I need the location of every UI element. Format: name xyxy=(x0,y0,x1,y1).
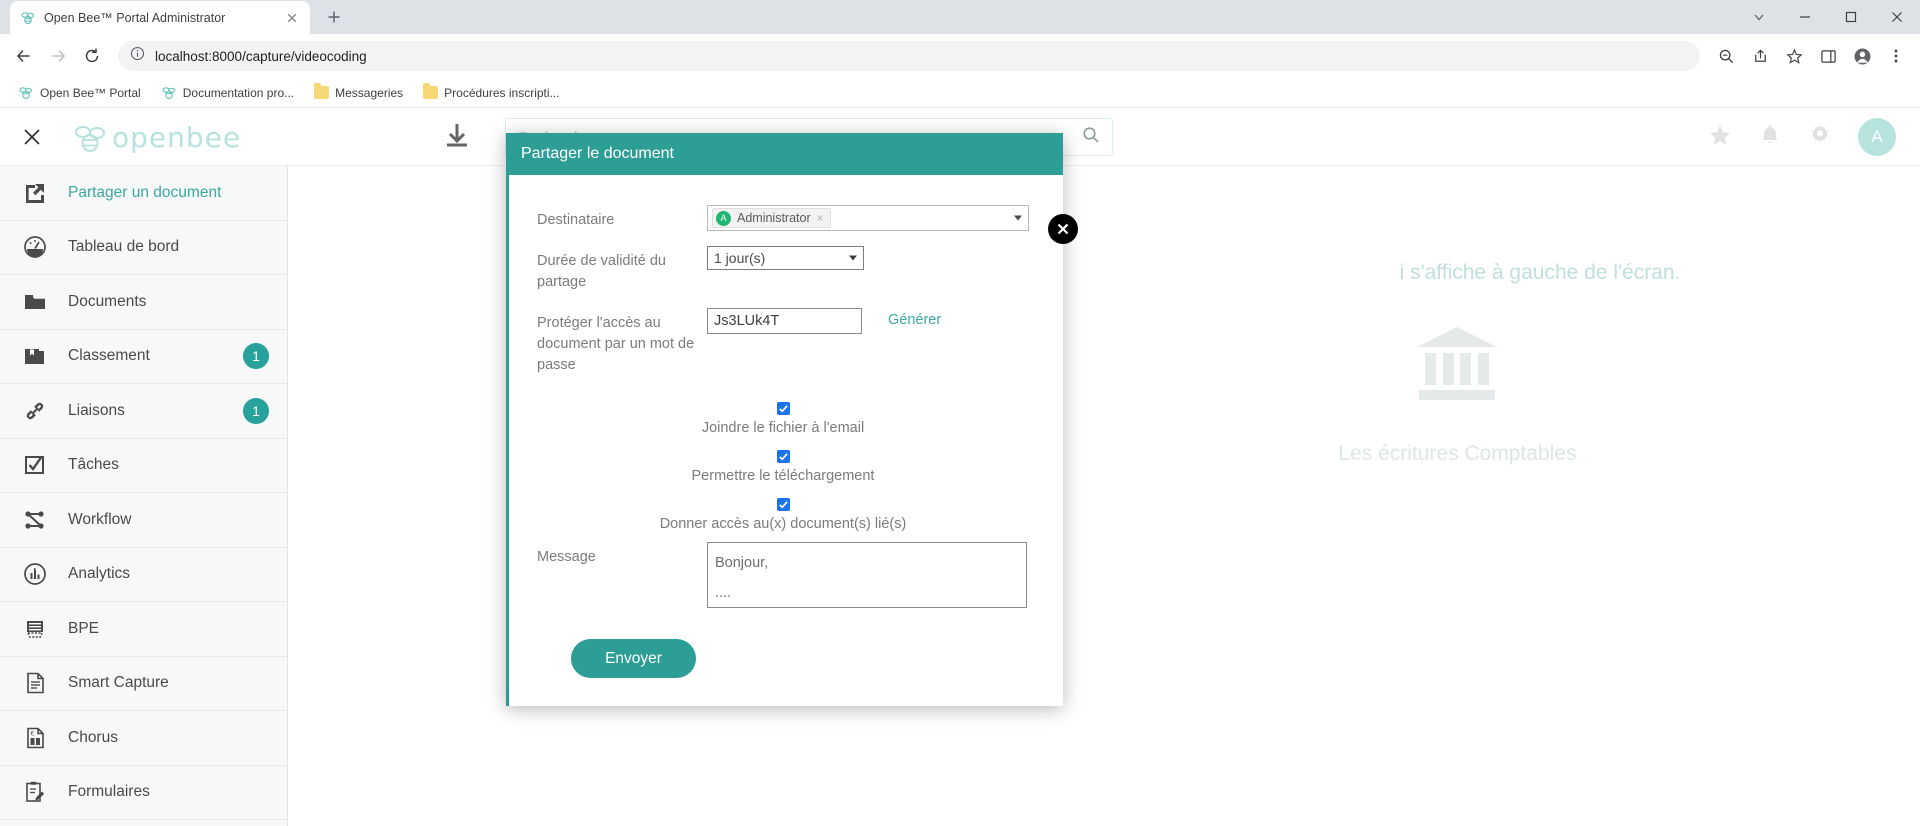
attach-file-checkbox[interactable] xyxy=(776,402,790,415)
share-icon[interactable] xyxy=(1744,40,1776,72)
side-panel-icon[interactable] xyxy=(1812,40,1844,72)
profile-icon[interactable] xyxy=(1846,40,1878,72)
folder-icon xyxy=(423,83,439,99)
checkbox-label: Joindre le fichier à l'email xyxy=(701,420,865,436)
browser-tab[interactable]: Open Bee™ Portal Administrator xyxy=(10,1,310,34)
back-arrow-icon[interactable] xyxy=(8,40,40,72)
forward-arrow-icon[interactable] xyxy=(42,40,74,72)
bookmark-item[interactable]: Open Bee™ Portal xyxy=(10,82,149,104)
linked-documents-checkbox[interactable] xyxy=(776,498,790,511)
bookmarks-bar: Open Bee™ Portal Documentation pro... Me… xyxy=(0,78,1920,108)
bookmark-label: Procédures inscripti... xyxy=(444,85,560,100)
checkbox-label: Permettre le téléchargement xyxy=(691,468,875,484)
modal-close-button[interactable] xyxy=(1048,214,1078,244)
maximize-icon[interactable] xyxy=(1828,0,1874,34)
chevron-down-icon[interactable] xyxy=(1014,215,1022,221)
modal-body: Destinataire A Administrator × Durée de … xyxy=(509,175,1063,706)
url-text: localhost:8000/capture/videocoding xyxy=(155,48,367,64)
toolbar-right-group xyxy=(1710,40,1912,72)
chip-avatar: A xyxy=(716,210,731,226)
password-input[interactable] xyxy=(707,308,862,334)
recipient-chip: A Administrator × xyxy=(712,208,831,228)
zoom-icon[interactable] xyxy=(1710,40,1742,72)
checkbox-linked-documents: Donner accès au(x) document(s) lié(s) xyxy=(537,498,1029,532)
generate-password-link[interactable]: Générer xyxy=(888,308,941,328)
chip-name: Administrator xyxy=(737,211,811,225)
chip-remove-icon[interactable]: × xyxy=(817,211,824,225)
page-content: openbee Rechercher A Partager un documen… xyxy=(0,109,1920,826)
message-textarea[interactable] xyxy=(707,542,1027,608)
bookmark-item[interactable]: Documentation pro... xyxy=(153,82,302,104)
bookmark-label: Documentation pro... xyxy=(182,85,295,100)
bee-icon xyxy=(18,85,34,101)
bee-icon xyxy=(20,10,36,26)
checkbox-allow-download: Permettre le téléchargement xyxy=(537,450,1029,484)
browser-menu-icon[interactable] xyxy=(1880,40,1912,72)
duration-select[interactable]: 1 jour(s) xyxy=(707,246,864,270)
duration-row: Durée de validité du partage 1 jour(s) xyxy=(537,246,1029,293)
recipient-input[interactable]: A Administrator × xyxy=(707,205,1029,231)
allow-download-checkbox[interactable] xyxy=(776,450,790,463)
window-close-icon[interactable] xyxy=(1874,0,1920,34)
modal-title: Partager le document xyxy=(521,145,674,162)
bookmark-label: Open Bee™ Portal xyxy=(40,85,141,100)
bee-icon xyxy=(161,85,177,101)
bookmark-label: Messageries xyxy=(335,85,404,100)
duration-value: 1 jour(s) xyxy=(714,250,766,266)
checkbox-label: Donner accès au(x) document(s) lié(s) xyxy=(659,516,907,532)
recipient-label: Destinataire xyxy=(537,212,615,228)
address-bar[interactable]: localhost:8000/capture/videocoding xyxy=(118,41,1700,71)
new-tab-button[interactable] xyxy=(320,3,348,31)
browser-window: Open Bee™ Portal Administrator localhost… xyxy=(0,0,1920,826)
password-row: Protéger l'accès au document par un mot … xyxy=(537,308,1029,376)
tab-close-icon[interactable] xyxy=(284,10,300,26)
share-document-modal: Partager le document Destinataire A Admi… xyxy=(506,133,1063,706)
tab-search-chevron-icon[interactable] xyxy=(1736,0,1782,34)
bookmark-item[interactable]: Messageries xyxy=(306,83,411,103)
info-icon[interactable] xyxy=(130,46,145,66)
tab-title: Open Bee™ Portal Administrator xyxy=(44,10,226,25)
tab-strip: Open Bee™ Portal Administrator xyxy=(0,0,1920,34)
password-label: Protéger l'accès au document par un mot … xyxy=(537,315,695,373)
chevron-down-icon[interactable] xyxy=(849,255,857,261)
window-controls xyxy=(1736,0,1920,34)
bookmark-star-icon[interactable] xyxy=(1778,40,1810,72)
message-label: Message xyxy=(537,549,596,565)
folder-icon xyxy=(314,83,330,99)
bookmark-item[interactable]: Procédures inscripti... xyxy=(415,83,567,103)
modal-overlay: Partager le document Destinataire A Admi… xyxy=(0,109,1920,826)
duration-label: Durée de validité du partage xyxy=(537,253,666,290)
modal-header: Partager le document xyxy=(509,133,1063,175)
recipient-row: Destinataire A Administrator × xyxy=(537,205,1029,231)
checkbox-attach-file: Joindre le fichier à l'email xyxy=(537,402,1029,436)
minimize-icon[interactable] xyxy=(1782,0,1828,34)
message-row: Message xyxy=(537,542,1029,613)
browser-toolbar: localhost:8000/capture/videocoding xyxy=(0,34,1920,78)
send-button[interactable]: Envoyer xyxy=(571,639,696,678)
reload-icon[interactable] xyxy=(76,40,108,72)
